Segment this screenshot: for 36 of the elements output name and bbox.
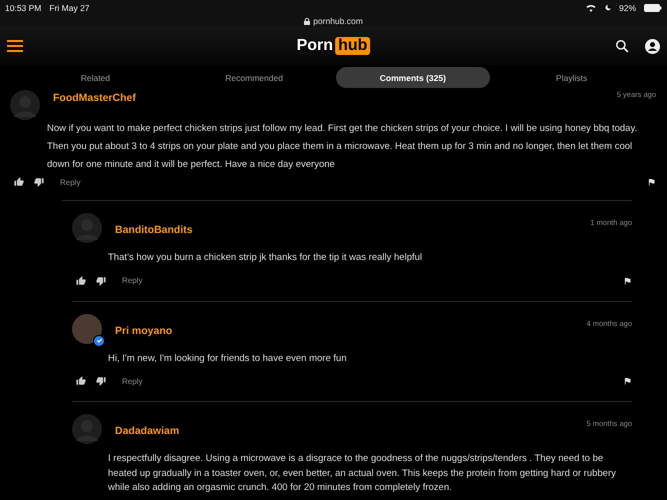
flag-icon[interactable] xyxy=(647,177,656,187)
thumbs-down-icon[interactable] xyxy=(34,177,44,187)
address-url[interactable]: pornhub.com xyxy=(313,16,363,26)
flag-icon[interactable] xyxy=(623,276,632,286)
thumbs-down-icon[interactable] xyxy=(96,376,106,386)
reply-button[interactable]: Reply xyxy=(54,178,80,186)
comment-text: That’s how you burn a chicken strip jk thanks for the tip it was really helpful xyxy=(108,251,424,265)
tab[interactable]: Recommended xyxy=(176,67,332,88)
flag-icon[interactable] xyxy=(623,376,632,386)
menu-icon[interactable] xyxy=(7,40,23,52)
comment-author[interactable]: BanditoBandits xyxy=(115,224,193,236)
thumbs-up-icon[interactable] xyxy=(14,177,24,187)
lock-icon xyxy=(304,18,310,24)
status-time: 10:53 PM xyxy=(5,2,42,12)
comment-author[interactable]: Pri moyano xyxy=(115,324,172,336)
tab[interactable]: Comments (325) xyxy=(336,67,490,88)
comment-text: Now if you want to make perfect chicken strips just follow my lead. First get the chicken strips of your choice. I will be using honey bbq today. Then you put about 3 to 4 strips on your plate and you place them in a microwave. Heat them up for 3 min and no longer, then let them cool down for one minute and it will be perfect. Have a nice day everyone xyxy=(47,122,638,172)
comment-author[interactable]: FoodMasterChef xyxy=(53,92,136,104)
comment-author[interactable]: Dadadawiam xyxy=(115,425,180,437)
tab[interactable]: Related xyxy=(18,67,173,88)
comment-text: Hi, I'm new, I'm looking for friends to have even more fun xyxy=(108,352,348,366)
status-date: Fri May 27 xyxy=(49,2,90,12)
reply-button[interactable]: Reply xyxy=(116,376,142,386)
thumbs-down-icon[interactable] xyxy=(96,276,106,286)
reply-button[interactable]: Reply xyxy=(116,276,142,285)
thumbs-up-icon[interactable] xyxy=(76,276,86,286)
battery-icon xyxy=(644,4,662,12)
site-logo[interactable]: Porn hub xyxy=(296,37,370,55)
account-icon[interactable] xyxy=(645,38,660,54)
wifi-icon xyxy=(586,4,596,12)
search-icon[interactable] xyxy=(615,39,629,53)
moon-icon xyxy=(604,4,611,11)
battery-percent: 92% xyxy=(618,2,636,12)
tab[interactable]: Playlists xyxy=(494,67,649,88)
thumbs-up-icon[interactable] xyxy=(76,376,86,386)
comment-text: I respectfully disagree. Using a microwave is a disgrace to the goodness of the nuggs/strips/tenders . They need to be heated up gradually in a toaster oven, or, even better, an actual oven. This keeps the protein from getting hard or rubbery while also adding an orgasmic crunch. 400 for 20 minutes from completely frozen. xyxy=(108,452,617,495)
